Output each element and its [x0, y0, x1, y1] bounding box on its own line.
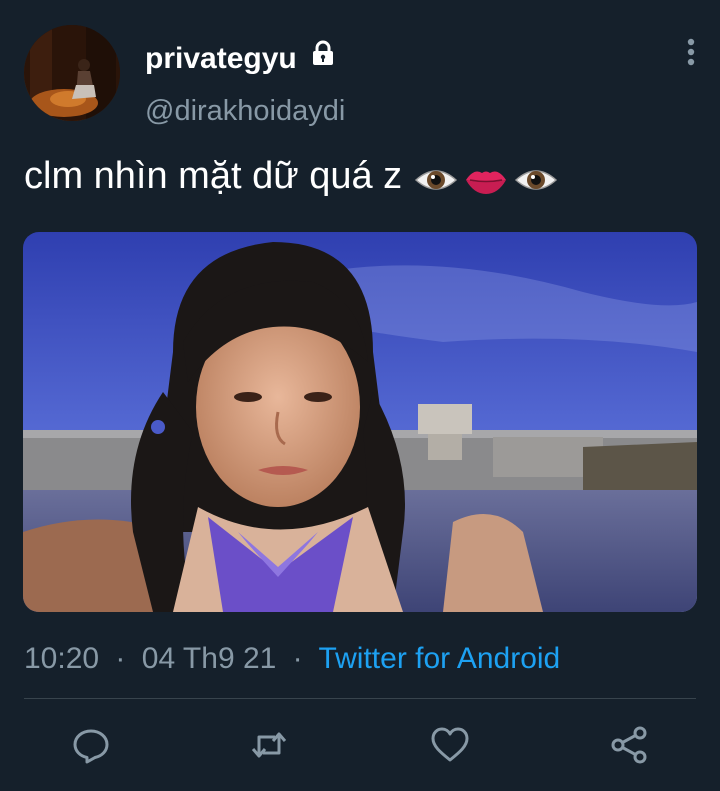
retweet-icon — [251, 732, 287, 758]
tweet-media-image[interactable] — [23, 232, 697, 612]
tweet-date[interactable]: 04 Th9 21 — [142, 642, 277, 675]
like-icon — [431, 727, 469, 762]
retweet-button[interactable] — [249, 725, 289, 765]
photo-icon — [23, 232, 697, 612]
meta-separator: · — [115, 642, 126, 675]
tweet-source-link[interactable]: Twitter for Android — [318, 642, 560, 675]
tweet-detail: privategyu @dirakhoidaydi clm nhìn mặt d… — [0, 0, 720, 791]
share-icon — [611, 726, 647, 764]
reply-icon — [73, 729, 109, 764]
divider — [24, 698, 696, 699]
meta-separator: · — [292, 642, 303, 675]
avatar-photo-icon — [24, 25, 120, 121]
lock-icon — [313, 40, 333, 65]
reply-button[interactable] — [71, 725, 111, 765]
tweet-text: clm nhìn mặt dữ quá z — [24, 153, 564, 201]
tweet-meta: 10:20 · 04 Th9 21 · Twitter for Android — [24, 640, 560, 678]
eye-emoji-icon — [415, 170, 458, 190]
tweet-time[interactable]: 10:20 — [24, 642, 99, 675]
eye-emoji-icon — [515, 170, 558, 190]
like-button[interactable] — [430, 725, 470, 765]
emoji-group — [414, 155, 564, 201]
more-options-icon[interactable] — [680, 36, 702, 68]
lips-emoji-icon — [466, 171, 507, 194]
tweet-text-content: clm nhìn mặt dữ quá z — [24, 155, 403, 197]
display-name[interactable]: privategyu — [145, 40, 297, 78]
share-button[interactable] — [610, 725, 650, 765]
username-handle[interactable]: @dirakhoidaydi — [145, 93, 345, 129]
avatar[interactable] — [24, 25, 120, 121]
